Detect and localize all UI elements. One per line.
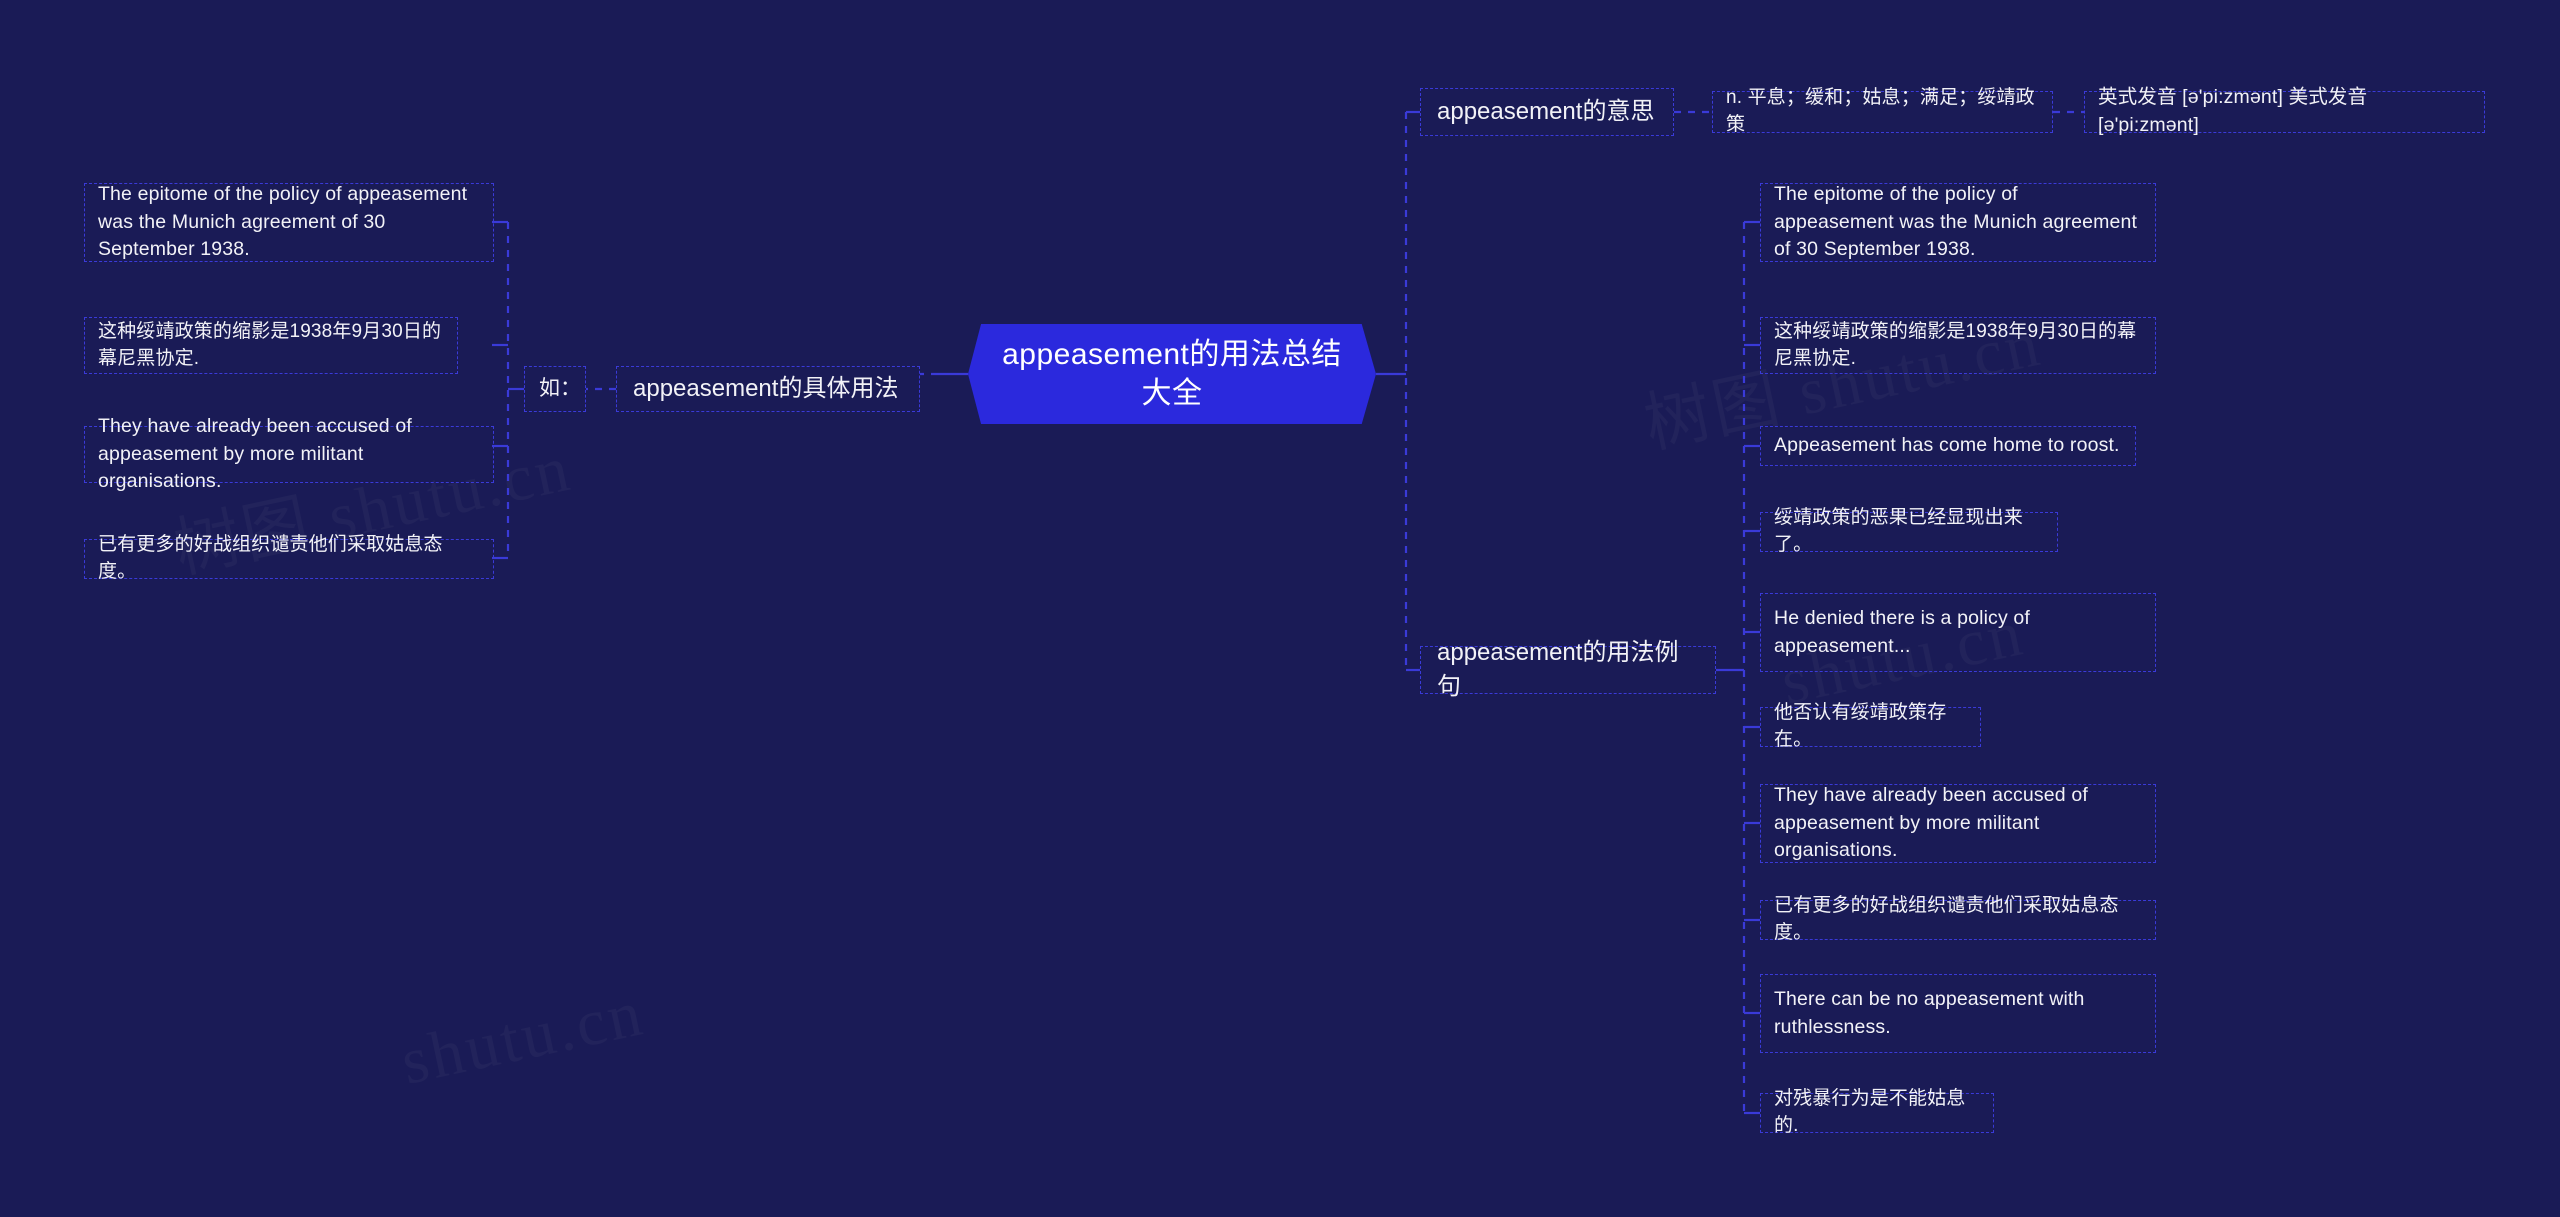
branch-node-sentences-label: appeasement的用法例句 xyxy=(1437,638,1679,700)
sentence-text: He denied there is a policy of appeaseme… xyxy=(1774,606,2036,657)
usage-example-node[interactable]: 这种绥靖政策的缩影是1938年9月30日的幕尼黑协定. xyxy=(84,317,458,374)
usage-example-text: The epitome of the policy of appeasement… xyxy=(98,182,473,261)
sentence-text: The epitome of the policy of appeasement… xyxy=(1774,182,2143,261)
sentence-node[interactable]: 已有更多的好战组织谴责他们采取姑息态度。 xyxy=(1760,895,2156,943)
sentence-node[interactable]: 对残暴行为是不能姑息的. xyxy=(1760,1088,1994,1136)
mindmap-canvas: 树图 shutu.cn 树图 shutu.cn shutu.cn shutu.c… xyxy=(0,0,2560,1217)
usage-example-node[interactable]: They have already been accused of appeas… xyxy=(84,415,494,492)
sentence-node[interactable]: They have already been accused of appeas… xyxy=(1760,784,2156,863)
sentence-node[interactable]: 这种绥靖政策的缩影是1938年9月30日的幕尼黑协定. xyxy=(1760,317,2156,374)
usage-connector-label: 如： xyxy=(539,377,581,401)
sentence-text: 这种绥靖政策的缩影是1938年9月30日的幕尼黑协定. xyxy=(1774,320,2137,369)
usage-example-text: They have already been accused of appeas… xyxy=(98,414,418,493)
usage-connector-node[interactable]: 如： xyxy=(524,366,586,412)
sentence-text: Appeasement has come home to roost. xyxy=(1774,434,2120,457)
sentence-node[interactable]: The epitome of the policy of appeasement… xyxy=(1760,183,2156,262)
usage-example-node[interactable]: The epitome of the policy of appeasement… xyxy=(84,183,494,262)
sentence-node[interactable]: 绥靖政策的恶果已经显现出来了。 xyxy=(1760,507,2058,555)
usage-example-text: 这种绥靖政策的缩影是1938年9月30日的幕尼黑协定. xyxy=(98,320,442,369)
definition-text: n. 平息；缓和；姑息；满足；绥靖政策 xyxy=(1726,87,2035,135)
sentence-node[interactable]: 他否认有绥靖政策存在。 xyxy=(1760,702,1981,750)
branch-node-usage-label: appeasement的具体用法 xyxy=(633,374,899,402)
definition-node[interactable]: n. 平息；缓和；姑息；满足；绥靖政策 xyxy=(1712,87,2053,135)
branch-node-meaning-label: appeasement的意思 xyxy=(1437,97,1655,125)
sentence-text: They have already been accused of appeas… xyxy=(1774,783,2094,862)
pronunciation-node[interactable]: 英式发音 [ə'pi:zmənt] 美式发音 [ə'pi:zmənt] xyxy=(2084,86,2485,136)
branch-node-usage[interactable]: appeasement的具体用法 xyxy=(616,366,920,412)
sentence-text: There can be no appeasement with ruthles… xyxy=(1774,987,2091,1038)
root-node-label: appeasement的用法总结大全 xyxy=(1002,338,1342,410)
branch-node-sentences[interactable]: appeasement的用法例句 xyxy=(1420,639,1716,700)
usage-example-text: 已有更多的好战组织谴责他们采取姑息态度。 xyxy=(98,534,443,582)
pronunciation-text: 英式发音 [ə'pi:zmənt] 美式发音 [ə'pi:zmənt] xyxy=(2098,86,2373,136)
sentence-text: 他否认有绥靖政策存在。 xyxy=(1774,702,1947,750)
sentence-text: 已有更多的好战组织谴责他们采取姑息态度。 xyxy=(1774,895,2119,943)
watermark: shutu.cn xyxy=(395,975,651,1100)
sentence-node[interactable]: He denied there is a policy of appeaseme… xyxy=(1760,593,2156,672)
sentence-node[interactable]: Appeasement has come home to roost. xyxy=(1760,426,2136,466)
sentence-text: 对残暴行为是不能姑息的. xyxy=(1774,1088,1966,1136)
usage-example-node[interactable]: 已有更多的好战组织谴责他们采取姑息态度。 xyxy=(84,534,494,582)
root-node[interactable]: appeasement的用法总结大全 xyxy=(968,324,1376,424)
sentence-text: 绥靖政策的恶果已经显现出来了。 xyxy=(1774,507,2023,555)
sentence-node[interactable]: There can be no appeasement with ruthles… xyxy=(1760,974,2156,1053)
branch-node-meaning[interactable]: appeasement的意思 xyxy=(1420,88,1674,136)
